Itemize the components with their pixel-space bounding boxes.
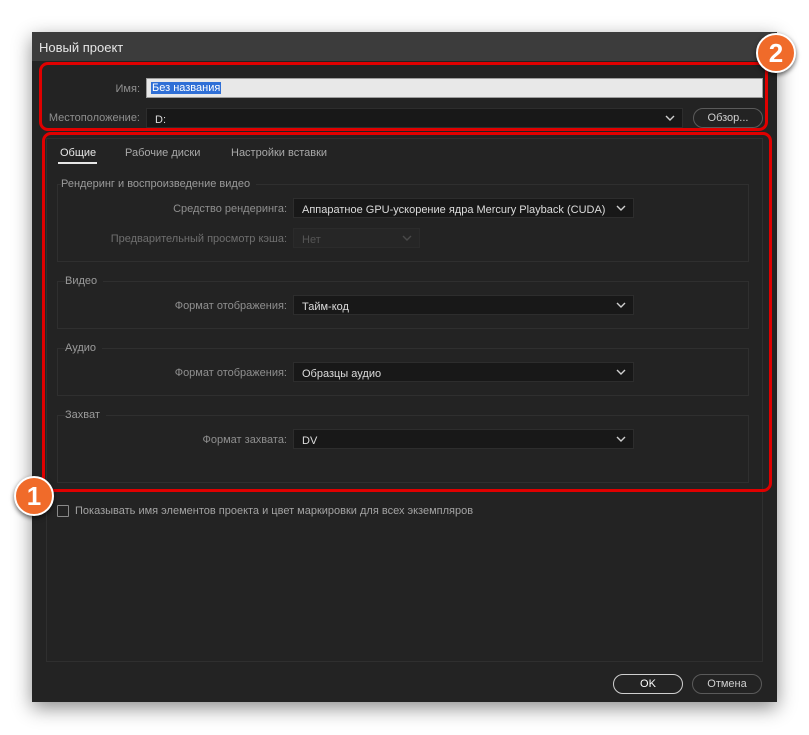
dialog-titlebar [32,32,777,61]
highlight-box-1 [42,132,772,492]
show-names-checkbox-label[interactable]: Показывать имя элементов проекта и цвет … [75,505,473,517]
highlight-box-2 [39,62,768,131]
dialog-title: Новый проект [39,40,124,55]
ok-button[interactable]: OK [613,674,683,694]
step-badge-2: 2 [756,33,796,73]
cancel-button[interactable]: Отмена [692,674,762,694]
step-badge-1: 1 [14,476,54,516]
show-names-checkbox[interactable] [57,505,69,517]
